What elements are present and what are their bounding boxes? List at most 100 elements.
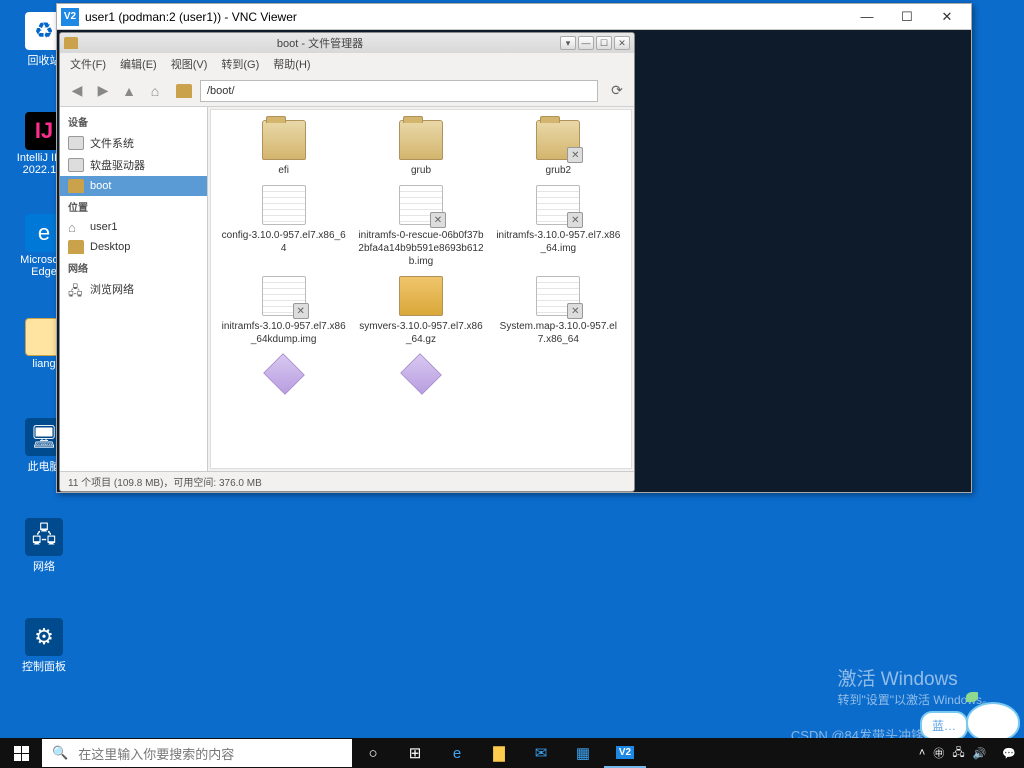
up-button[interactable]: ▲ [118, 80, 140, 102]
file-item[interactable]: config-3.10.0-957.el7.x86_64 [217, 185, 350, 268]
back-button[interactable]: ◀ [66, 80, 88, 102]
file-item[interactable]: ✕System.map-3.10.0-957.el7.x86_64 [492, 276, 625, 346]
mascot-body [966, 702, 1020, 742]
fm-close-button[interactable]: ✕ [614, 36, 630, 50]
label: 浏览网络 [90, 281, 134, 297]
fm-maximize-button[interactable]: ☐ [596, 36, 612, 50]
fm-toolbar: ◀ ▶ ▲ ⌂ /boot/ ⟳ [60, 75, 634, 107]
file-item[interactable] [354, 354, 487, 398]
file-name: efi [217, 164, 350, 177]
doc-icon: ✕ [399, 185, 443, 225]
sidebar-network[interactable]: 🖧 浏览网络 [60, 278, 207, 300]
vnc-body: boot - 文件管理器 ▾ — ☐ ✕ 文件(F) 编辑(E) 视图(V) 转… [57, 30, 971, 492]
folder-icon [68, 179, 84, 193]
file-item[interactable]: ✕initramfs-3.10.0-957.el7.x86_64kdump.im… [217, 276, 350, 346]
tray-ime-icon[interactable]: ㊥ [933, 745, 944, 761]
doc-icon: ✕ [262, 276, 306, 316]
forward-button[interactable]: ▶ [92, 80, 114, 102]
label: Desktop [90, 241, 130, 253]
lock-badge-icon: ✕ [567, 212, 583, 228]
folder-icon [399, 120, 443, 160]
folder-icon [64, 37, 78, 49]
menu-file[interactable]: 文件(F) [66, 54, 110, 74]
minimize-button[interactable]: — [847, 4, 887, 30]
menu-edit[interactable]: 编辑(E) [116, 54, 161, 74]
search-icon: 🔍 [52, 745, 68, 761]
tray-volume-icon[interactable]: 🔊 [973, 747, 987, 760]
exec-icon [400, 353, 442, 395]
file-name: grub [354, 164, 487, 177]
taskbar-app[interactable]: ▦ [562, 738, 604, 768]
cortana-button[interactable]: ○ [352, 738, 394, 768]
file-name: config-3.10.0-957.el7.x86_64 [217, 229, 350, 255]
menu-help[interactable]: 帮助(H) [269, 54, 314, 74]
taskbar-mail[interactable]: ✉ [520, 738, 562, 768]
folder-icon [176, 84, 192, 98]
path-input[interactable]: /boot/ [200, 80, 598, 102]
tray-network-icon[interactable]: 🖧 [952, 744, 964, 763]
taskbar-search[interactable]: 🔍 在这里输入你要搜索的内容 [42, 739, 352, 767]
home-button[interactable]: ⌂ [144, 80, 166, 102]
sidebar-drive-floppy[interactable]: 软盘驱动器 [60, 154, 207, 176]
folder-icon: ✕ [536, 120, 580, 160]
control-panel-icon: ⚙ [25, 618, 63, 656]
vnc-title-text: user1 (podman:2 (user1)) - VNC Viewer [85, 10, 297, 24]
exec-icon [263, 353, 305, 395]
drive-icon [68, 136, 84, 150]
sidebar-header-network: 网络 [60, 257, 207, 278]
sidebar-header-places: 位置 [60, 196, 207, 217]
tray-chevron-icon[interactable]: ˄ [919, 747, 925, 759]
sidebar-header-devices: 设备 [60, 111, 207, 132]
sidebar-drive-fs[interactable]: 文件系统 [60, 132, 207, 154]
sidebar-user[interactable]: ⌂user1 [60, 217, 207, 237]
pkg-icon [399, 276, 443, 316]
network-icon: 🖧 [68, 282, 84, 296]
label: user1 [90, 221, 118, 233]
watermark-line1: 激活 Windows [837, 664, 994, 691]
taskbar-edge[interactable]: e [436, 738, 478, 768]
fm-titlebar[interactable]: boot - 文件管理器 ▾ — ☐ ✕ [60, 33, 634, 53]
label: 软盘驱动器 [90, 157, 145, 173]
desktop-cp[interactable]: ⚙ 控制面板 [14, 618, 74, 674]
file-name: symvers-3.10.0-957.el7.x86_64.gz [354, 320, 487, 346]
vnc-titlebar[interactable]: V2 user1 (podman:2 (user1)) - VNC Viewer… [57, 4, 971, 30]
file-item[interactable]: grub [354, 120, 487, 177]
close-button[interactable]: ✕ [927, 4, 967, 30]
mascot[interactable] [960, 696, 1020, 742]
label: 文件系统 [90, 135, 134, 151]
fm-shade-button[interactable]: ▾ [560, 36, 576, 50]
system-tray[interactable]: ˄ ㊥ 🖧 🔊 💬 [911, 744, 1024, 763]
file-item[interactable]: efi [217, 120, 350, 177]
lock-badge-icon: ✕ [293, 303, 309, 319]
menu-go[interactable]: 转到(G) [217, 54, 263, 74]
file-name: initramfs-0-rescue-06b0f37b2bfa4a14b9b59… [354, 229, 487, 268]
doc-icon: ✕ [536, 185, 580, 225]
file-item[interactable]: ✕grub2 [492, 120, 625, 177]
file-item[interactable]: symvers-3.10.0-957.el7.x86_64.gz [354, 276, 487, 346]
label: 控制面板 [14, 658, 74, 674]
sidebar-desktop[interactable]: Desktop [60, 237, 207, 257]
file-item[interactable]: ✕initramfs-3.10.0-957.el7.x86_64.img [492, 185, 625, 268]
taskbar-vnc[interactable]: V2 [604, 738, 646, 768]
fm-menubar: 文件(F) 编辑(E) 视图(V) 转到(G) 帮助(H) [60, 53, 634, 75]
taskbar-explorer[interactable]: ▇ [478, 738, 520, 768]
file-item[interactable] [217, 354, 350, 398]
folder-icon [262, 120, 306, 160]
file-item[interactable]: ✕ initramfs-0-rescue-06b0f37b2bfa4a14b9b5… [354, 185, 487, 268]
menu-view[interactable]: 视图(V) [167, 54, 212, 74]
fm-minimize-button[interactable]: — [578, 36, 594, 50]
file-manager-window: boot - 文件管理器 ▾ — ☐ ✕ 文件(F) 编辑(E) 视图(V) 转… [59, 32, 635, 492]
sidebar-boot[interactable]: boot [60, 176, 207, 196]
file-name: System.map-3.10.0-957.el7.x86_64 [492, 320, 625, 346]
vnc-logo-icon: V2 [61, 8, 79, 26]
desktop-net[interactable]: 🖧 网络 [14, 518, 74, 574]
start-button[interactable] [0, 738, 42, 768]
fm-file-grid[interactable]: efigrub ✕grub2 config-3.10.0-957.el7.x86_6… [210, 109, 632, 469]
label: 网络 [14, 558, 74, 574]
folder-icon [68, 240, 84, 254]
drive-icon [68, 158, 84, 172]
maximize-button[interactable]: ☐ [887, 4, 927, 30]
taskview-button[interactable]: ⊞ [394, 738, 436, 768]
tray-notifications-icon[interactable]: 💬 [1002, 747, 1016, 760]
refresh-button[interactable]: ⟳ [606, 80, 628, 102]
